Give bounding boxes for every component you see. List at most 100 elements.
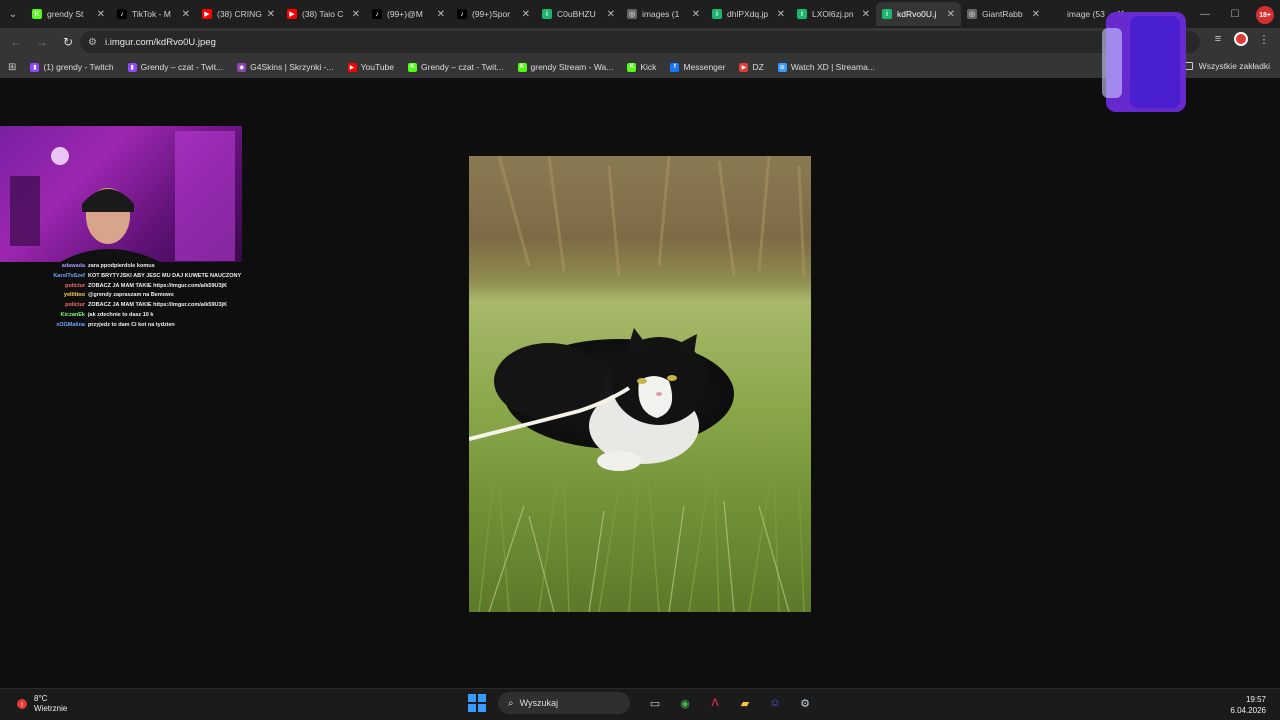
- browser-tab[interactable]: ♪ TikTok - M ✕: [111, 2, 196, 26]
- tab-close-icon[interactable]: ✕: [777, 9, 785, 20]
- browser-tab[interactable]: Kgrendy St ✕: [26, 2, 111, 26]
- bookmark-item[interactable]: ▮ Grendy – czat - Twit...: [127, 62, 223, 72]
- steam-icon[interactable]: ⚙: [794, 692, 816, 714]
- weather-desc: Wietrznie: [34, 704, 68, 713]
- bookmark-item[interactable]: K Grendy – czat - Twit...: [408, 62, 504, 72]
- chat-text: KOT BRYTYJSKI ABY JESC MU DAJ KUWETE NAU…: [88, 272, 242, 279]
- tab-close-icon[interactable]: ✕: [522, 9, 530, 20]
- tab-title: (38) CRING: [217, 9, 262, 19]
- browser-tab[interactable]: i LXOl6zj.pn ✕: [791, 2, 876, 26]
- chat-message: policiur ZOBACZ JA MAM TAKIE https://imgu…: [0, 301, 242, 311]
- tab-title: kdRvo0U.j: [897, 9, 937, 19]
- bookmark-item[interactable]: ▮ (1) grendy - Twitch: [30, 62, 114, 72]
- tab-search-button[interactable]: ⌄: [0, 0, 26, 28]
- chat-username: policiur: [65, 302, 85, 309]
- start-button[interactable]: [468, 694, 486, 712]
- apps-grid-icon[interactable]: ⊞: [8, 62, 16, 73]
- bookmark-item[interactable]: Kgrendy Stream - Wa...: [517, 62, 613, 72]
- chevron-down-icon: ⌄: [8, 8, 18, 20]
- clock-date: 6.04.2026: [1230, 706, 1266, 715]
- discord-icon[interactable]: ☺: [764, 692, 786, 714]
- reload-button[interactable]: ↻: [56, 30, 80, 54]
- bookmark-label: G4Skins | Skrzynki -...: [250, 62, 334, 72]
- chat-text: ZOBACZ JA MAM TAKIE https://imgur.com/a/…: [88, 282, 228, 289]
- browser-tab[interactable]: i kdRvo0U.j ✕: [876, 2, 961, 26]
- system-clock[interactable]: 19:57 6.04.2026: [1230, 694, 1266, 716]
- bookmark-favicon-icon: ◆: [237, 62, 247, 72]
- menu-icon[interactable]: ⋮: [1256, 33, 1272, 46]
- back-button[interactable]: ←: [4, 30, 28, 54]
- tab-close-icon[interactable]: ✕: [97, 9, 105, 20]
- tab-favicon-icon: ♪: [457, 9, 467, 19]
- chat-username: KiczanEk: [60, 311, 85, 318]
- bookmark-label: Messenger: [683, 62, 726, 72]
- tab-close-icon[interactable]: ✕: [607, 9, 615, 20]
- bookmark-item[interactable]: K Kick: [627, 62, 656, 72]
- task-view-icon[interactable]: ▭: [644, 692, 666, 714]
- browser-tab[interactable]: i C0uBHZU ✕: [536, 2, 621, 26]
- tab-title: TikTok - M: [132, 9, 171, 19]
- site-info-icon[interactable]: ⚙: [88, 37, 97, 48]
- tab-close-icon[interactable]: ✕: [182, 9, 190, 20]
- media-control-icon[interactable]: ≡: [1210, 33, 1226, 45]
- tab-close-icon[interactable]: ✕: [1032, 9, 1040, 20]
- browser-tab[interactable]: ◎ GiantRabb ✕: [961, 2, 1046, 26]
- browser-tab[interactable]: i dhlPXdq.jp ✕: [706, 2, 791, 26]
- bookmark-favicon-icon: ▮: [30, 62, 40, 72]
- profile-avatar[interactable]: [1234, 32, 1248, 46]
- tab-close-icon[interactable]: ✕: [352, 9, 360, 20]
- tab-favicon-icon: ◎: [627, 9, 637, 19]
- tab-title: images (1: [642, 9, 680, 19]
- tab-title: (99+)@M: [387, 9, 423, 19]
- folder-icon[interactable]: ▰: [734, 692, 756, 714]
- floating-overlay-widget: [1100, 8, 1188, 114]
- address-bar[interactable]: ⚙ i.imgur.com/kdRvo0U.jpeg: [80, 31, 1200, 53]
- bookmark-item[interactable]: ⊙ Watch XD | Streama...: [777, 62, 875, 72]
- taskbar-search[interactable]: ⌕ Wyszukaj: [498, 692, 630, 714]
- tab-close-icon[interactable]: ✕: [267, 9, 275, 20]
- bookmark-label: Watch XD | Streama...: [790, 62, 875, 72]
- browser-tab[interactable]: ▶ (38) Taio C ✕: [281, 2, 366, 26]
- profile-badge[interactable]: 18+: [1256, 6, 1274, 24]
- chat-username: yellittoo: [63, 292, 85, 299]
- tab-favicon-icon: ◎: [967, 9, 977, 19]
- bookmark-item[interactable]: f Messenger: [670, 62, 725, 72]
- tab-close-icon[interactable]: ✕: [862, 9, 870, 20]
- tab-favicon-icon: ♪: [372, 9, 382, 19]
- maximize-button[interactable]: ☐: [1220, 9, 1250, 20]
- browser-tab[interactable]: ♪ (99+)@M ✕: [366, 2, 451, 26]
- cat-photo[interactable]: [469, 156, 811, 612]
- bookmark-item[interactable]: ◆ G4Skins | Skrzynki -...: [237, 62, 334, 72]
- weather-temp: 8°C: [34, 694, 48, 703]
- chat-text: ZOBACZ JA MAM TAKIE https://imgur.com/a/…: [88, 302, 228, 309]
- bookmark-label: YouTube: [360, 62, 394, 72]
- search-icon: ⌕: [508, 697, 514, 709]
- chat-message: yellittoo @grendy zapraszam na Bemowo: [0, 291, 242, 301]
- browser-tab[interactable]: ▶ (38) CRING ✕: [196, 2, 281, 26]
- tab-close-icon[interactable]: ✕: [437, 9, 445, 20]
- chrome-icon[interactable]: ◉: [674, 692, 696, 714]
- tab-close-icon[interactable]: ✕: [947, 9, 955, 20]
- browser-tab[interactable]: ♪ (99+)Spor ✕: [451, 2, 536, 26]
- bookmark-item[interactable]: ▶ DZ: [739, 62, 764, 72]
- chat-username: KarolToSzef: [53, 272, 85, 279]
- tab-favicon-icon: i: [797, 9, 807, 19]
- chat-text: zara ppodpierdole komus: [88, 263, 155, 269]
- bookmark-item[interactable]: ▶ YouTube: [347, 62, 394, 72]
- browser-tab[interactable]: ◎ images (1 ✕: [621, 2, 706, 26]
- tab-favicon-icon: i: [882, 9, 892, 19]
- bookmark-favicon-icon: ▮: [127, 62, 137, 72]
- all-bookmarks-button[interactable]: Wszystkie zakładki: [1182, 61, 1270, 71]
- cat-in-grass-image: [469, 156, 811, 612]
- adobe-icon[interactable]: Λ: [704, 692, 726, 714]
- search-label: Wyszukaj: [519, 698, 559, 708]
- forward-button[interactable]: →: [30, 30, 54, 54]
- tab-close-icon[interactable]: ✕: [692, 9, 700, 20]
- minimize-button[interactable]: —: [1190, 9, 1220, 20]
- tab-favicon-icon: i: [542, 9, 552, 19]
- tab-favicon-icon: K: [32, 9, 42, 19]
- weather-widget[interactable]: ! 8°C Wietrznie: [14, 694, 67, 714]
- bookmark-favicon-icon: ▶: [347, 62, 357, 72]
- svg-text:!: !: [21, 701, 24, 709]
- chat-message: xOGMalina przyjedz to dam Ci kot na tydzi…: [0, 321, 242, 331]
